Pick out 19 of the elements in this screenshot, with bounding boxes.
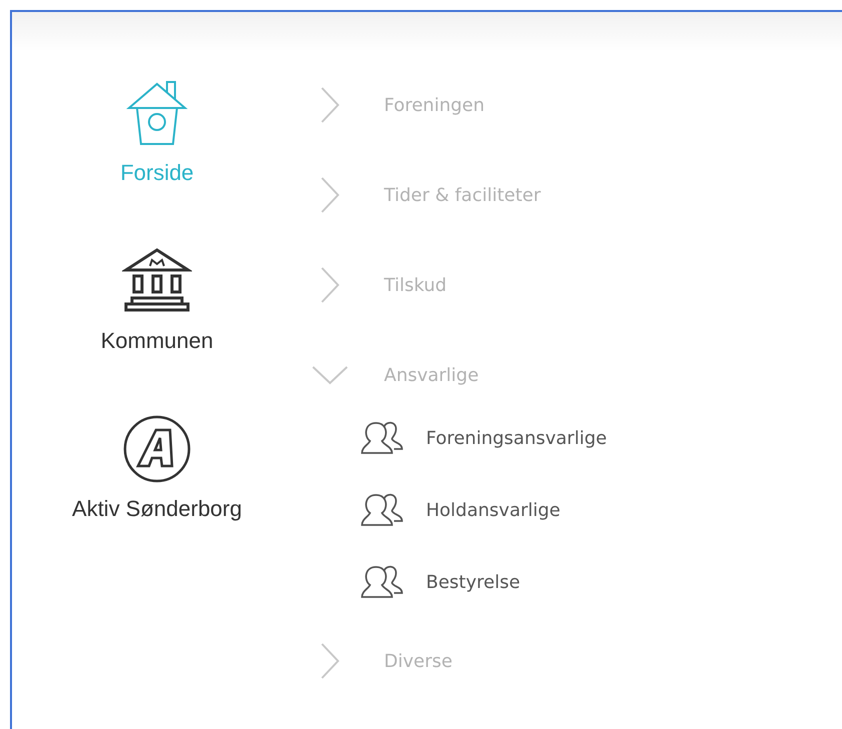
sidebar-item[interactable]: Aktiv Sønderborg [72, 414, 242, 522]
submenu-item[interactable]: Bestyrelse [302, 546, 607, 618]
chevron-down-icon [312, 365, 348, 385]
letter-badge-icon [122, 414, 192, 484]
chevron-right-icon [320, 643, 340, 679]
sidebar-item[interactable]: Kommunen [100, 246, 214, 354]
menu-item[interactable]: Tilskud [302, 240, 607, 330]
people-icon [360, 421, 404, 455]
chevron-right-icon [320, 177, 340, 213]
menu-item[interactable]: Diverse [302, 616, 607, 706]
sidebar-item[interactable]: Forside [120, 78, 194, 186]
chevron-right-icon [320, 87, 340, 123]
people-icon [360, 493, 404, 527]
menu-item[interactable]: Foreningen [302, 60, 607, 150]
submenu-item[interactable]: Holdansvarlige [302, 474, 607, 546]
birdhouse-icon [124, 78, 189, 148]
menu-item[interactable]: Tider & faciliteter [302, 150, 607, 240]
people-icon [360, 565, 404, 599]
chevron-right-icon [320, 267, 340, 303]
